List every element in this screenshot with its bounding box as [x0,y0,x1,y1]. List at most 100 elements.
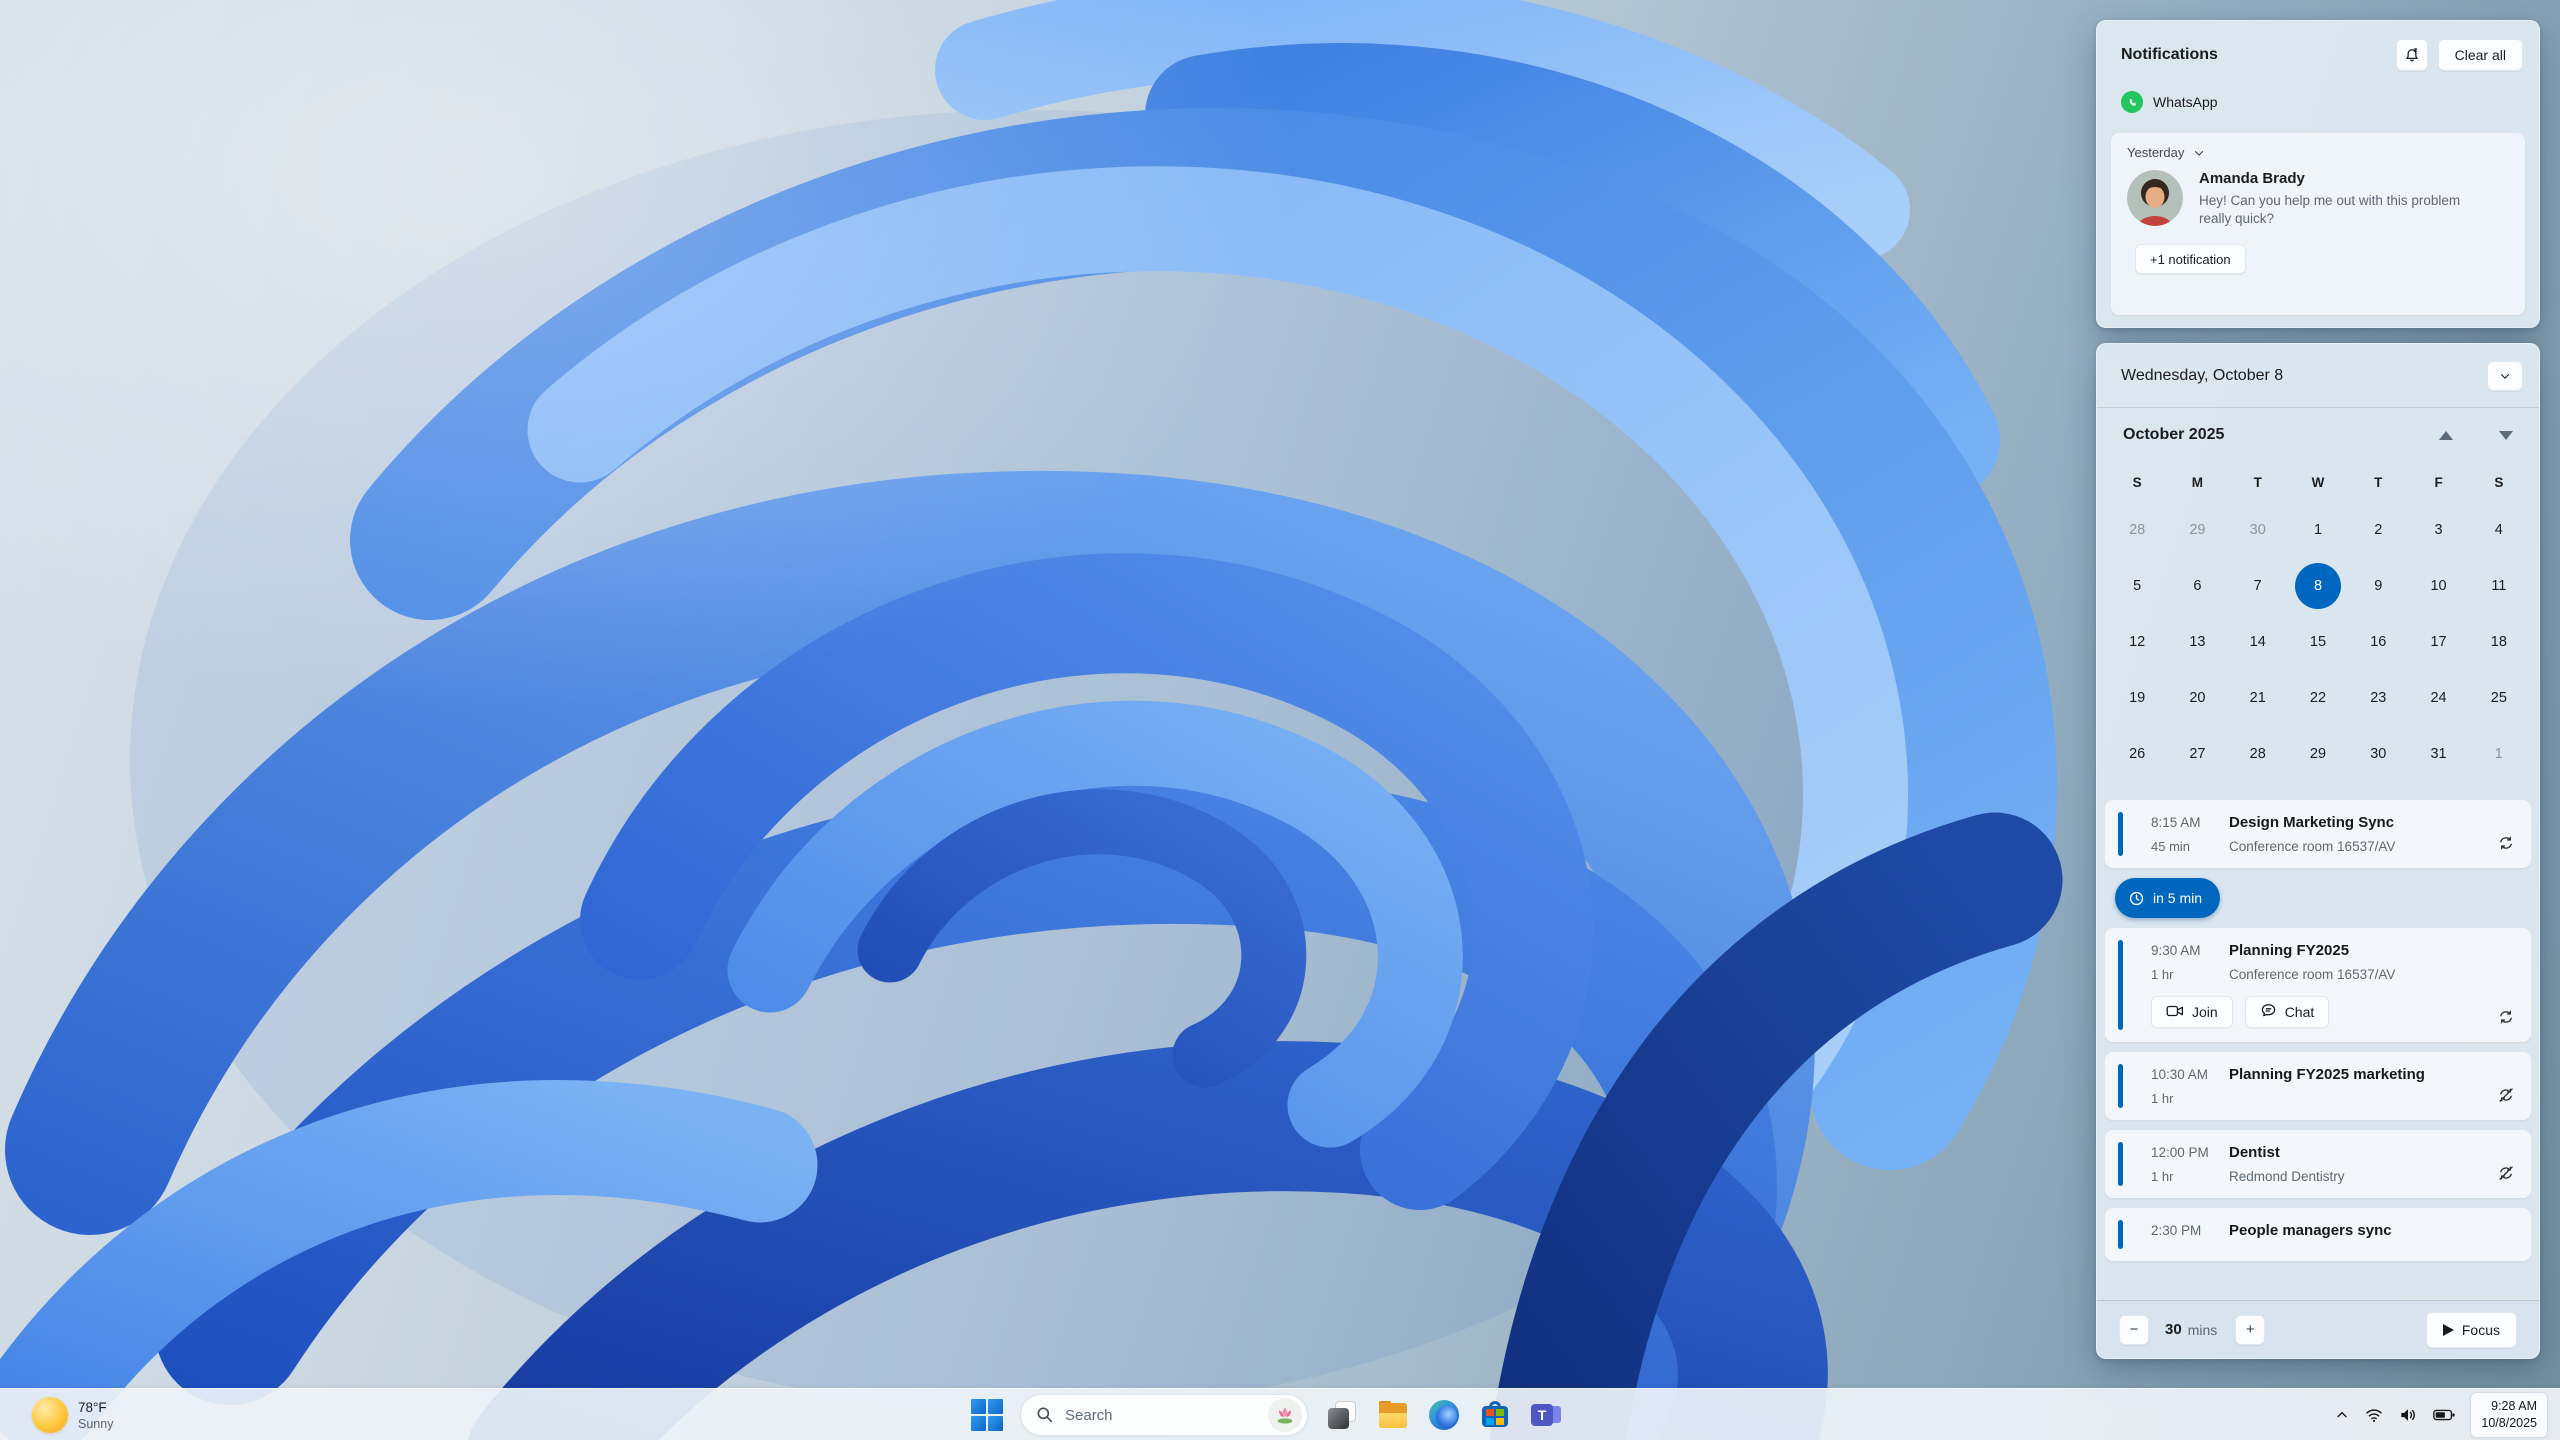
calendar-day-cell[interactable]: 28 [2228,726,2288,782]
calendar-day-cell[interactable]: 29 [2167,502,2227,558]
tray-date: 10/8/2025 [2481,1416,2537,1430]
event-action-button[interactable]: Chat [2244,996,2330,1028]
calendar-day-cell[interactable]: 20 [2167,670,2227,726]
calendar-day-cell[interactable]: 7 [2228,558,2288,614]
do-not-disturb-button[interactable] [2395,39,2428,71]
calendar-collapse-button[interactable] [2487,360,2523,391]
agenda-event-card[interactable]: 12:00 PM Dentist 1 hr Redmond Dentistry [2105,1130,2531,1198]
calendar-day-number: 11 [2491,578,2507,594]
calendar-day-cell[interactable]: 30 [2348,726,2408,782]
calendar-day-cell[interactable]: 29 [2288,726,2348,782]
focus-plus-button[interactable]: + [2235,1314,2266,1345]
event-action-button[interactable]: Join [2151,996,2233,1028]
notification-item[interactable]: Amanda Brady Hey! Can you help me out wi… [2127,170,2509,228]
calendar-day-number: 12 [2129,634,2146,650]
notification-group-label: Yesterday [2127,145,2185,160]
agenda-event-card[interactable]: 2:30 PM People managers sync [2105,1208,2531,1261]
more-notifications-button[interactable]: +1 notification [2135,244,2246,275]
focus-duration-value: 30 [2165,1321,2182,1338]
edge-button[interactable] [1427,1398,1461,1432]
hidden-icons-chevron[interactable] [2334,1407,2350,1423]
calendar-day-cell[interactable]: 4 [2469,502,2529,558]
calendar-day-cell[interactable]: 8 [2288,558,2348,614]
event-title: Design Marketing Sync [2229,814,2395,831]
notification-group-header[interactable]: Yesterday [2127,145,2509,160]
dow-label: S [2494,474,2504,490]
calendar-day-cell[interactable]: 22 [2288,670,2348,726]
calendar-day-cell[interactable]: 15 [2288,614,2348,670]
calendar-day-cell[interactable]: 10 [2408,558,2468,614]
event-actions-row: Join Chat [2151,996,2513,1028]
event-title: Planning FY2025 [2229,942,2350,959]
focus-start-button[interactable]: Focus [2425,1311,2517,1348]
notification-app-group-header[interactable]: WhatsApp [2121,91,2539,113]
month-previous-button[interactable] [2439,430,2453,440]
sync-off-icon [2497,1086,2515,1104]
clock-icon [2129,891,2144,905]
month-next-button[interactable] [2499,430,2513,440]
clear-all-button[interactable]: Clear all [2437,39,2523,71]
calendar-day-cell[interactable]: 1 [2288,502,2348,558]
calendar-day-cell[interactable]: 19 [2107,670,2167,726]
calendar-day-cell[interactable]: 31 [2408,726,2468,782]
widgets-weather-button[interactable]: 78°F Sunny [24,1389,121,1440]
search-box[interactable]: Search [1020,1394,1308,1436]
calendar-day-cell[interactable]: 14 [2228,614,2288,670]
agenda-event-card[interactable]: 8:15 AM Design Marketing Sync 45 min Con… [2105,800,2531,868]
calendar-day-cell[interactable]: 3 [2408,502,2468,558]
calendar-day-cell[interactable]: 17 [2408,614,2468,670]
battery-icon[interactable] [2432,1405,2456,1425]
day-of-week-row: S M T W T F S [2107,462,2529,502]
event-reminder-pill[interactable]: in 5 min [2115,878,2221,918]
calendar-day-cell[interactable]: 11 [2469,558,2529,614]
notification-center: Notifications Clear all WhatsApp Yesterd… [2096,20,2540,328]
calendar-day-cell[interactable]: 5 [2107,558,2167,614]
calendar-day-cell[interactable]: 28 [2107,502,2167,558]
calendar-day-number: 2 [2374,522,2383,538]
dow-label: T [2374,474,2383,490]
bell-snooze-icon [2405,48,2418,62]
notification-sender: Amanda Brady [2199,170,2305,187]
agenda-event-card[interactable]: 10:30 AM Planning FY2025 marketing 1 hr [2105,1052,2531,1120]
calendar-day-cell[interactable]: 27 [2167,726,2227,782]
lotus-icon[interactable] [1268,1398,1302,1432]
calendar-day-cell[interactable]: 9 [2348,558,2408,614]
calendar-day-number: 16 [2370,634,2387,650]
event-accent-bar [2118,940,2123,1030]
calendar-day-number: 5 [2133,578,2142,594]
teams-button[interactable]: T [1529,1398,1563,1432]
event-accent-bar [2118,1220,2123,1249]
calendar-day-cell[interactable]: 23 [2348,670,2408,726]
calendar-day-cell[interactable]: 21 [2228,670,2288,726]
calendar-day-cell[interactable]: 13 [2167,614,2227,670]
sun-icon [32,1397,68,1433]
clock-tray-button[interactable]: 9:28 AM 10/8/2025 [2470,1392,2548,1438]
calendar-day-cell[interactable]: 30 [2228,502,2288,558]
calendar-day-cell[interactable]: 12 [2107,614,2167,670]
calendar-day-cell[interactable]: 24 [2408,670,2468,726]
task-view-button[interactable] [1325,1398,1359,1432]
calendar-day-number: 10 [2430,578,2447,594]
volume-icon[interactable] [2398,1405,2418,1425]
calendar-day-cell[interactable]: 16 [2348,614,2408,670]
microsoft-store-button[interactable] [1478,1398,1512,1432]
sync-off-icon [2497,1164,2515,1182]
calendar-day-cell[interactable]: 25 [2469,670,2529,726]
calendar-day-cell[interactable]: 2 [2348,502,2408,558]
focus-minus-button[interactable]: − [2119,1314,2149,1345]
notifications-title: Notifications [2121,46,2218,63]
search-icon [1037,1407,1053,1423]
calendar-day-cell[interactable]: 1 [2469,726,2529,782]
agenda-event-card[interactable]: 9:30 AM Planning FY2025 1 hr Conference … [2105,928,2531,1042]
calendar-day-cell[interactable]: 26 [2107,726,2167,782]
wifi-icon[interactable] [2364,1405,2384,1425]
dow-label: S [2132,474,2142,490]
start-button[interactable] [971,1399,1003,1431]
calendar-day-number: 26 [2129,746,2146,762]
calendar-day-cell[interactable]: 6 [2167,558,2227,614]
calendar-day-number: 28 [2249,746,2266,762]
calendar-day-number: 25 [2490,690,2507,706]
calendar-day-number: 7 [2253,578,2262,594]
file-explorer-button[interactable] [1376,1398,1410,1432]
calendar-day-cell[interactable]: 18 [2469,614,2529,670]
